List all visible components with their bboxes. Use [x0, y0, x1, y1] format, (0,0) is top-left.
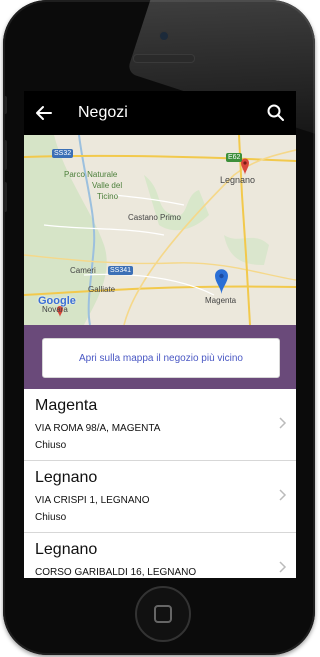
volume-up-button [3, 140, 7, 170]
chevron-right-icon [279, 489, 287, 501]
map-label-magenta: Magenta [205, 296, 237, 305]
open-nearest-store-button[interactable]: Apri sulla mappa il negozio più vicino [42, 338, 280, 378]
road-badge-ss32: SS32 [52, 149, 74, 158]
map-label-castano: Castano Primo [128, 213, 181, 222]
chevron-right-icon [279, 561, 287, 573]
road-badge-e62: E62 [226, 153, 243, 162]
nearest-store-banner: Apri sulla mappa il negozio più vicino [24, 325, 296, 389]
stores-list: Magenta VIA ROMA 98/A, MAGENTA Chiuso Le… [24, 389, 296, 578]
store-address: VIA ROMA 98/A, MAGENTA [35, 423, 161, 434]
store-name: Magenta [35, 397, 98, 414]
google-logo: Google [38, 295, 76, 307]
store-list-item[interactable]: Magenta VIA ROMA 98/A, MAGENTA Chiuso [24, 389, 296, 461]
earpiece-speaker [133, 54, 195, 63]
home-square-icon [154, 605, 172, 623]
search-icon[interactable] [266, 103, 286, 123]
store-status: Chiuso [35, 512, 67, 523]
road-badge-ss341: SS341 [108, 266, 134, 275]
map-label-valle: Valle del [92, 181, 123, 190]
arrow-back-icon[interactable] [34, 103, 54, 123]
store-status: Chiuso [35, 440, 67, 451]
page-title: Negozi [78, 104, 128, 121]
map-label-parco: Parco Naturale [64, 170, 118, 179]
front-camera [159, 31, 169, 41]
store-name: Legnano [35, 469, 98, 486]
home-button[interactable] [135, 586, 191, 642]
app-bar: Negozi [24, 91, 296, 135]
map-label-ticino: Ticino [97, 192, 119, 201]
map-label-legnano: Legnano [220, 175, 256, 185]
app-screen: Negozi SS32 E62 SS341 Parco Naturale Val… [24, 91, 296, 578]
map-label-galliate: Galliate [88, 285, 116, 294]
store-address: CORSO GARIBALDI 16, LEGNANO [35, 567, 197, 578]
stores-map[interactable]: SS32 E62 SS341 Parco Naturale Valle del … [24, 135, 296, 325]
store-list-item[interactable]: Legnano CORSO GARIBALDI 16, LEGNANO [24, 533, 296, 578]
store-name: Legnano [35, 541, 98, 558]
map-label-cameri: Cameri [70, 266, 96, 275]
chevron-right-icon [279, 417, 287, 429]
store-list-item[interactable]: Legnano VIA CRISPI 1, LEGNANO Chiuso [24, 461, 296, 533]
volume-down-button [3, 182, 7, 212]
store-address: VIA CRISPI 1, LEGNANO [35, 495, 150, 506]
mute-switch [3, 96, 7, 114]
